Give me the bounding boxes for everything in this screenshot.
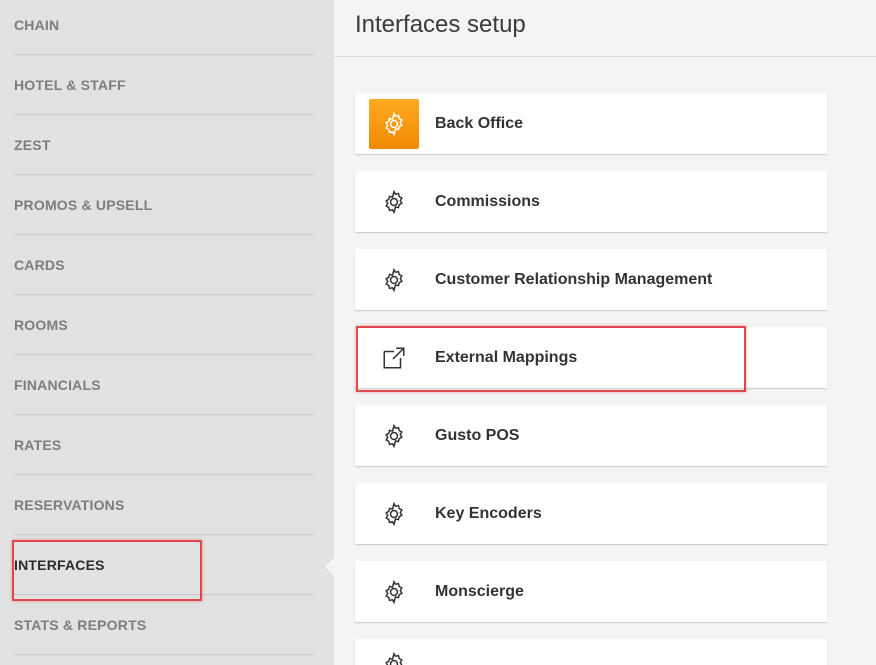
interface-card-crm[interactable]: Customer Relationship Management [355,249,827,310]
sidebar-item-zest[interactable]: ZEST [14,115,314,175]
interface-label: Monscierge [435,582,524,600]
gear-icon [385,651,403,665]
sidebar-item-label: RESERVATIONS [14,496,125,513]
interface-card-partial[interactable] [355,639,827,665]
sidebar-item-cards[interactable]: CARDS [14,235,314,295]
interface-label: Back Office [435,114,524,132]
interface-card-back-office[interactable]: Back Office [355,93,827,154]
external-link-icon [383,346,405,369]
gear-icon [385,423,403,448]
interface-card-monscierge[interactable]: Monscierge [355,561,827,622]
gear-icon [385,267,403,292]
main-content: Interfaces setup Back Office Commissions… [334,0,876,665]
sidebar-item-stats-reports[interactable]: STATS & REPORTS [14,595,314,655]
sidebar-item-promos-upsell[interactable]: PROMOS & UPSELL [14,175,314,235]
interface-card-gusto-pos[interactable]: Gusto POS [355,405,827,466]
sidebar-item-label: STATS & REPORTS [14,616,147,633]
interface-label: External Mappings [435,348,578,366]
sidebar-item-label: PROMOS & UPSELL [14,196,153,213]
icon-box [369,567,419,617]
gear-icon [385,579,403,604]
sidebar: CHAIN HOTEL & STAFF ZEST PROMOS & UPSELL… [0,0,335,665]
icon-box [369,489,419,539]
interface-label: Commissions [435,192,540,210]
icon-box [369,639,419,665]
sidebar-item-chain[interactable]: CHAIN [14,0,314,55]
icon-box [369,98,419,149]
sidebar-item-rooms[interactable]: ROOMS [14,295,314,355]
sidebar-item-label: ROOMS [14,316,68,333]
icon-box [369,333,419,383]
gear-icon [385,501,403,526]
interface-label: Gusto POS [435,426,520,444]
sidebar-item-financials[interactable]: FINANCIALS [14,355,314,415]
interface-card-external-mappings[interactable]: External Mappings [355,327,827,388]
sidebar-item-label: ZEST [14,136,51,153]
interface-card-key-encoders[interactable]: Key Encoders [355,483,827,544]
interface-label: Key Encoders [435,504,542,522]
sidebar-item-label: HOTEL & STAFF [14,76,126,93]
interface-card-commissions[interactable]: Commissions [355,171,827,232]
icon-box [369,177,419,227]
sidebar-item-label: CARDS [14,256,65,273]
gear-icon [385,111,403,136]
sidebar-item-label: FINANCIALS [14,376,101,393]
icon-box [369,411,419,461]
interface-label: Customer Relationship Management [435,270,713,288]
sidebar-item-reservations[interactable]: RESERVATIONS [14,475,314,535]
sidebar-item-interfaces[interactable]: INTERFACES [14,535,314,595]
sidebar-item-label: CHAIN [14,16,60,33]
sidebar-item-label: INTERFACES [14,556,105,573]
sidebar-item-hotel-staff[interactable]: HOTEL & STAFF [14,55,314,115]
sidebar-item-rates[interactable]: RATES [14,415,314,475]
page-title: Interfaces setup [355,11,526,38]
gear-icon [385,189,403,214]
sidebar-item-label: RATES [14,436,62,453]
divider [334,56,876,57]
icon-box [369,255,419,305]
